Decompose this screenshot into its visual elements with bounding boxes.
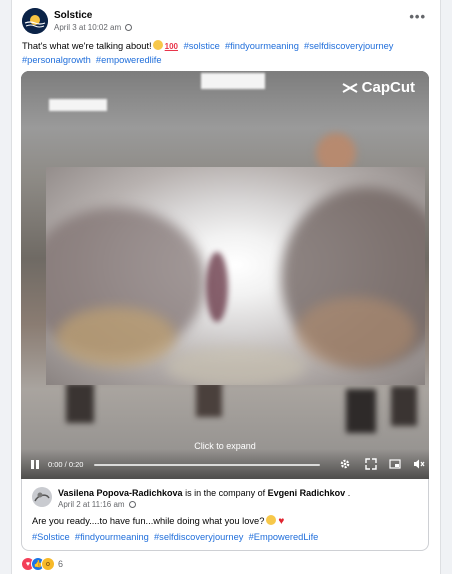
shared-author-name[interactable]: Vasilena Popova-Radichkova: [58, 488, 183, 498]
video-time: 0:00 / 0:20: [48, 460, 84, 469]
hashtag-link[interactable]: #personalgrowth: [22, 55, 91, 65]
video-player[interactable]: CapCut Click to expand 0:00 / 0:20: [21, 71, 429, 479]
post-caption: That's what we're talking about! 100 #sol…: [22, 40, 432, 67]
capcut-watermark: CapCut: [342, 79, 415, 96]
page-avatar[interactable]: [22, 8, 48, 34]
motion-blur: [296, 297, 416, 367]
motion-blur: [206, 252, 228, 322]
dancer-legs: [391, 386, 417, 426]
shared-post-hashtags: #Solstice #findyourmeaning #selfdiscover…: [32, 532, 318, 542]
video-inner-frame: [46, 167, 425, 385]
post-timestamp[interactable]: April 3 at 10:02 am: [54, 23, 133, 32]
page-name[interactable]: Solstice: [54, 10, 92, 21]
hashtag-link[interactable]: #Solstice: [32, 532, 70, 542]
winking-face-emoji: [266, 515, 277, 525]
hashtag-link[interactable]: #findyourmeaning: [225, 41, 299, 51]
post-card: Solstice April 3 at 10:02 am ••• That's …: [11, 0, 441, 574]
shared-post-timestamp[interactable]: April 2 at 11:16 am: [58, 500, 136, 509]
picture-in-picture-icon[interactable]: [389, 458, 401, 470]
shared-post-text: Are you ready....to have fun...while doi…: [32, 515, 284, 527]
post-date[interactable]: April 3 at 10:02 am: [54, 23, 121, 32]
capcut-watermark-text: CapCut: [361, 79, 415, 96]
dancer-legs: [346, 389, 376, 433]
shared-post-date[interactable]: April 2 at 11:16 am: [58, 500, 125, 509]
hashtag-link[interactable]: #selfdiscoveryjourney: [154, 532, 243, 542]
hashtag-link[interactable]: #empoweredlife: [96, 55, 162, 65]
fullscreen-icon[interactable]: [365, 458, 377, 470]
shared-post-header: Vasilena Popova-Radichkova is in the com…: [58, 488, 350, 498]
shared-with-text: is in the company of: [185, 488, 266, 498]
shared-author-avatar[interactable]: [32, 487, 52, 507]
ceiling-light: [201, 73, 265, 89]
more-options-button[interactable]: •••: [409, 9, 426, 24]
dancer-legs: [66, 383, 94, 423]
mute-icon[interactable]: [413, 458, 425, 470]
shared-text: Are you ready....to have fun...while doi…: [32, 516, 265, 526]
hashtag-link[interactable]: #selfdiscoveryjourney: [304, 41, 393, 51]
video-controls: 0:00 / 0:20: [21, 449, 429, 479]
shared-header-tail: .: [347, 488, 351, 498]
dancer-legs: [196, 381, 222, 417]
globe-icon: [125, 24, 133, 31]
red-heart-emoji: ♥: [278, 516, 285, 527]
pause-icon[interactable]: [31, 460, 39, 469]
hashtag-link[interactable]: #findyourmeaning: [75, 532, 149, 542]
grinning-face-emoji: [152, 40, 163, 50]
reaction-count[interactable]: 6: [58, 559, 63, 569]
ceiling-light: [49, 99, 107, 111]
capcut-logo-icon: [342, 82, 358, 93]
hundred-points-emoji: 100: [164, 42, 179, 51]
motion-blur: [56, 307, 176, 367]
more-horizontal-icon: •••: [409, 9, 426, 24]
video-progress-bar[interactable]: [94, 464, 320, 466]
caption-text: That's what we're talking about!: [22, 41, 152, 51]
settings-gear-icon[interactable]: [339, 458, 351, 470]
hashtag-link[interactable]: #EmpoweredLife: [249, 532, 319, 542]
reactions-summary[interactable]: ♥ 👍 o 6: [21, 557, 63, 571]
globe-icon: [128, 501, 136, 508]
motion-blur: [166, 347, 306, 385]
shared-post[interactable]: Vasilena Popova-Radichkova is in the com…: [21, 479, 429, 551]
tagged-person-name[interactable]: Evgeni Radichkov: [268, 488, 346, 498]
hashtag-link[interactable]: #solstice: [184, 41, 220, 51]
wow-reaction-icon: o: [41, 557, 55, 571]
